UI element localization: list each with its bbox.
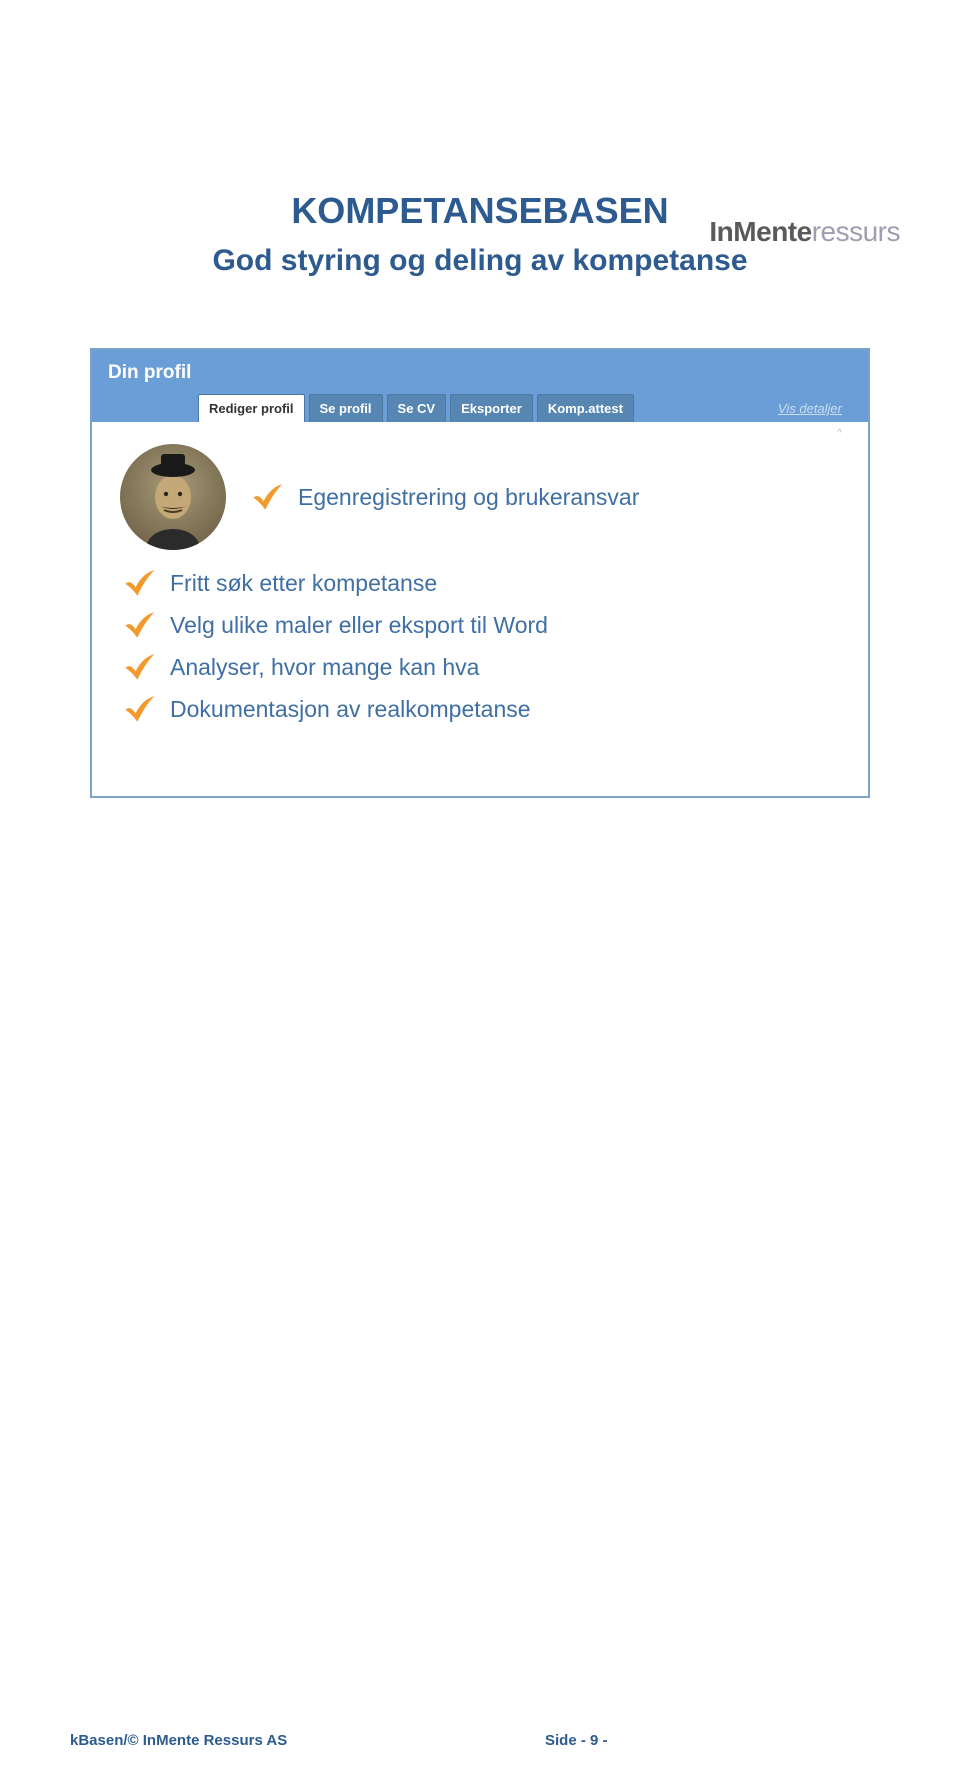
list-item: Dokumentasjon av realkompetanse <box>122 694 840 724</box>
footer-right: Side - 9 - <box>415 1732 890 1749</box>
list-item: Analyser, hvor mange kan hva <box>122 652 840 682</box>
brand-part-mente: Mente <box>733 216 811 247</box>
avatar-row: Egenregistrering og brukeransvar <box>120 444 840 550</box>
tab-se-cv[interactable]: Se CV <box>387 394 447 422</box>
list-item: Fritt søk etter kompetanse <box>122 568 840 598</box>
panel-body: ^ <box>92 422 868 796</box>
brand-part-ressurs: ressurs <box>812 216 900 247</box>
avatar <box>120 444 226 550</box>
check-icon <box>122 694 156 724</box>
vis-detaljer-link[interactable]: Vis detaljer <box>778 401 842 416</box>
check-icon <box>122 568 156 598</box>
tiny-marker: ^ <box>837 428 844 439</box>
check-icon <box>122 652 156 682</box>
check-icon <box>250 482 284 512</box>
page: InMenteressurs KOMPETANSEBASEN God styri… <box>0 190 960 1779</box>
panel-title: Din profil <box>108 362 852 384</box>
footer: kBasen/© InMente Ressurs AS Side - 9 - <box>0 1732 960 1749</box>
tab-se-profil[interactable]: Se profil <box>309 394 383 422</box>
bullet-text: Velg ulike maler eller eksport til Word <box>170 612 548 639</box>
tab-rediger-profil[interactable]: Rediger profil <box>198 394 305 422</box>
brand-part-in: In <box>709 216 733 247</box>
headline-line2: God styring og deling av kompetanse <box>0 244 960 278</box>
tab-eksporter[interactable]: Eksporter <box>450 394 533 422</box>
brand-logo: InMenteressurs <box>709 216 900 248</box>
bullet-text: Dokumentasjon av realkompetanse <box>170 696 531 723</box>
avatar-portrait-icon <box>120 444 226 550</box>
bullet-text: Analyser, hvor mange kan hva <box>170 654 479 681</box>
list-item: Velg ulike maler eller eksport til Word <box>122 610 840 640</box>
panel-head: Din profil Rediger profil Se profil Se C… <box>92 350 868 422</box>
tab-komp-attest[interactable]: Komp.attest <box>537 394 634 422</box>
profile-panel: Din profil Rediger profil Se profil Se C… <box>90 348 870 798</box>
tabs: Rediger profil Se profil Se CV Eksporter… <box>108 394 852 422</box>
check-icon <box>122 610 156 640</box>
footer-left: kBasen/© InMente Ressurs AS <box>70 1732 415 1749</box>
list-item: Egenregistrering og brukeransvar <box>250 482 639 512</box>
bullet-text: Egenregistrering og brukeransvar <box>298 484 639 511</box>
bullet-text: Fritt søk etter kompetanse <box>170 570 437 597</box>
